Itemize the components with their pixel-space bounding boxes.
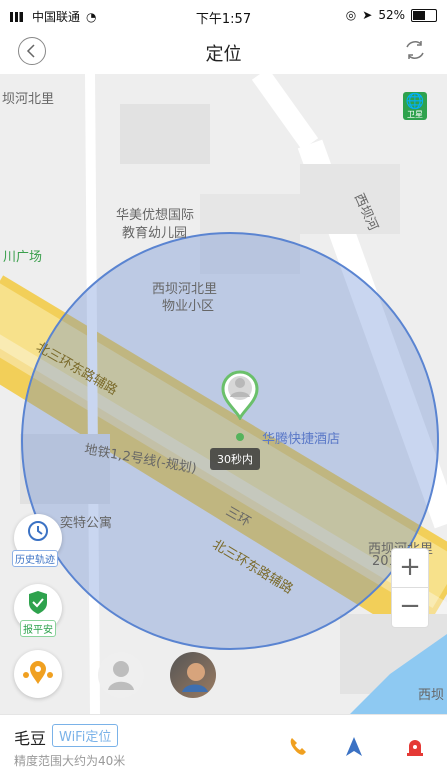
navigation-bar: 定位 [0, 30, 447, 75]
location-arrow-icon: ➤ [362, 8, 373, 22]
globe-icon: 🌐 [405, 92, 425, 110]
member-avatar[interactable] [170, 652, 216, 698]
member-avatar[interactable] [98, 652, 144, 698]
alert-button[interactable] [403, 735, 427, 759]
location-type-badge: WiFi定位 [52, 724, 119, 747]
location-pins-icon [23, 661, 53, 684]
shield-check-icon [29, 591, 47, 614]
report-safe-button[interactable]: 报平安 [14, 584, 62, 637]
avatar-photo-icon [182, 663, 208, 692]
status-right: ◎ ➤ 52% [346, 8, 437, 22]
battery-icon [411, 8, 437, 22]
location-pin[interactable] [219, 370, 261, 422]
call-button[interactable] [286, 735, 310, 759]
phone-icon [290, 738, 306, 755]
map-pin-icon [221, 370, 259, 422]
accuracy-text: 精度范围大约为40米 [14, 754, 126, 768]
map-label: 华腾快捷酒店 [262, 432, 341, 447]
page-title: 定位 [205, 44, 242, 65]
time-badge: 30秒内 [210, 448, 260, 470]
status-bar: 中国联通 ◔ 下午1:57 ◎ ➤ 52% [0, 0, 447, 30]
alarm-icon: ◎ [345, 8, 357, 22]
satellite-toggle[interactable]: 🌐 卫星 [403, 92, 427, 120]
battery-percent: 52% [378, 8, 405, 22]
map-label: 奕特公寓 [60, 516, 113, 531]
bottom-info-panel: 毛豆 WiFi定位 精度范围大约为40米 [0, 714, 447, 768]
member-name: 毛豆 [14, 729, 47, 748]
navigate-button[interactable] [342, 735, 366, 759]
map-label: 物业小区 [162, 299, 215, 314]
report-safe-label: 报平安 [20, 620, 56, 637]
refresh-icon [406, 41, 424, 59]
history-track-label: 历史轨迹 [12, 550, 58, 567]
map-label: 坝河北里 [2, 92, 55, 107]
map-label: 西坝 [418, 688, 445, 703]
locate-members-button[interactable] [14, 650, 62, 698]
avatar-icon [108, 661, 134, 690]
zoom-in-button[interactable]: + [392, 549, 428, 588]
zoom-control: + − [391, 548, 429, 628]
siren-icon [407, 740, 423, 756]
clock-icon [28, 521, 48, 541]
map-label: 教育幼儿园 [122, 226, 188, 241]
map-view[interactable]: 🌐 卫星 坝河北里 华美优想国际 教育幼儿园 川广场 西坝河北里 物业小区 西坝… [0, 74, 447, 714]
map-label: 川广场 [3, 250, 43, 265]
map-label: 华美优想国际 [116, 208, 195, 223]
satellite-label: 卫星 [407, 110, 423, 119]
refresh-button[interactable] [401, 36, 429, 64]
zoom-out-button[interactable]: − [392, 588, 428, 626]
history-track-button[interactable]: 历史轨迹 [12, 514, 62, 567]
navigation-arrow-icon [346, 737, 362, 756]
